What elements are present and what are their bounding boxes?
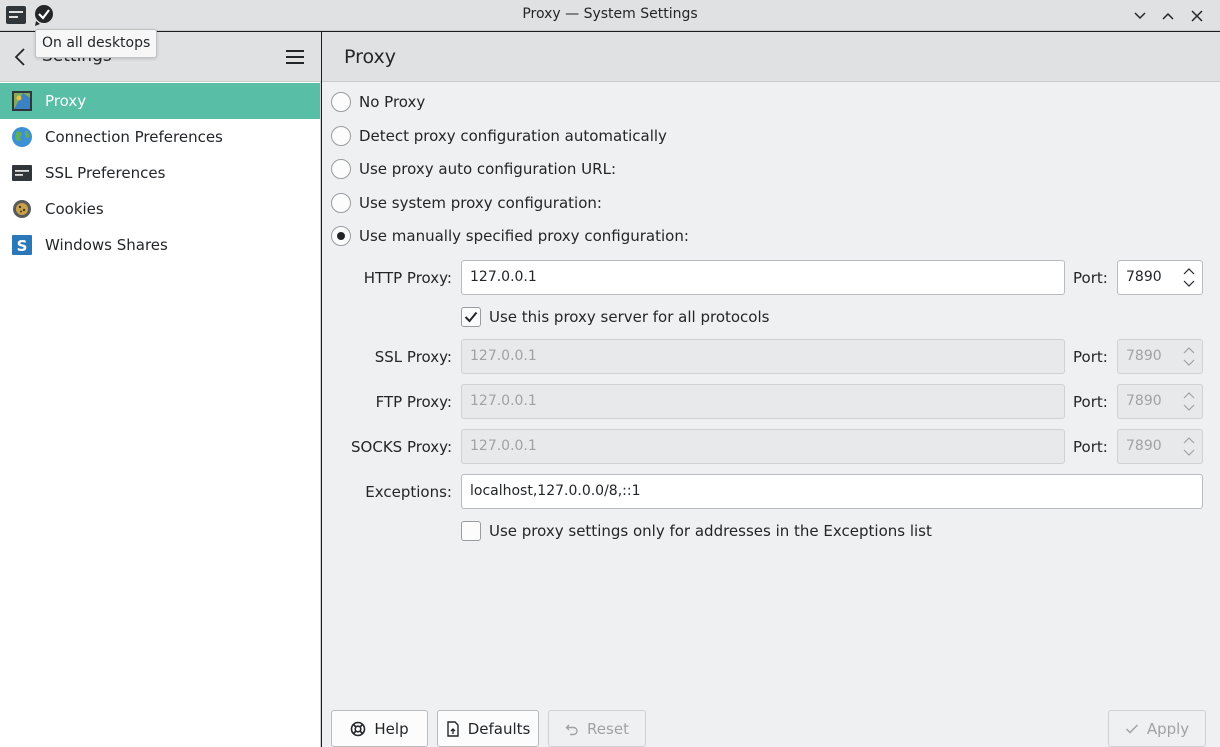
radio-label: Detect proxy configuration automatically xyxy=(359,127,667,145)
exceptions-label: Exceptions: xyxy=(365,483,452,501)
radio-button[interactable] xyxy=(331,126,351,146)
http-proxy-input[interactable]: 127.0.0.1 xyxy=(461,260,1065,295)
defaults-button[interactable]: Defaults xyxy=(437,710,539,747)
ftp-port-spinbox[interactable]: 7890 xyxy=(1117,384,1203,419)
port-value: 7890 xyxy=(1126,348,1162,364)
reset-button[interactable]: Reset xyxy=(548,710,646,747)
radio-button[interactable] xyxy=(331,92,351,112)
sidebar-item-windows-shares[interactable]: S Windows Shares xyxy=(0,227,320,263)
socks-proxy-input[interactable]: 127.0.0.1 xyxy=(461,429,1065,464)
ftp-proxy-label: FTP Proxy: xyxy=(375,393,452,411)
ssl-proxy-label: SSL Proxy: xyxy=(374,348,452,366)
radio-auto-config-url[interactable]: Use proxy auto configuration URL: xyxy=(331,158,616,180)
back-arrow-icon[interactable] xyxy=(10,46,32,68)
maximize-button[interactable] xyxy=(1157,5,1179,27)
socks-port-label: Port: xyxy=(1073,438,1108,456)
close-button[interactable] xyxy=(1186,5,1208,27)
checkbox-label: Use this proxy server for all protocols xyxy=(489,308,770,326)
sidebar-item-label: SSL Preferences xyxy=(45,164,166,182)
sidebar-item-connection-preferences[interactable]: Connection Preferences xyxy=(0,119,320,155)
port-value: 7890 xyxy=(1126,393,1162,409)
radio-button[interactable] xyxy=(331,226,351,246)
radio-detect-automatically[interactable]: Detect proxy configuration automatically xyxy=(331,125,667,147)
windows-shares-icon: S xyxy=(12,235,32,255)
http-proxy-label: HTTP Proxy: xyxy=(363,269,452,287)
svg-text:S: S xyxy=(17,237,28,255)
spin-arrows-icon[interactable] xyxy=(1182,264,1196,291)
checkbox-label: Use proxy settings only for addresses in… xyxy=(489,522,932,540)
button-label: Defaults xyxy=(467,719,531,738)
port-value: 7890 xyxy=(1126,269,1162,285)
button-label: Apply xyxy=(1146,719,1190,738)
sidebar-item-label: Windows Shares xyxy=(45,236,168,254)
button-label: Reset xyxy=(587,719,629,738)
chevron-up-icon xyxy=(1162,12,1174,20)
main-panel: Proxy No Proxy Detect proxy configuratio… xyxy=(322,32,1220,747)
checkbox[interactable] xyxy=(461,521,481,541)
hamburger-menu-icon[interactable] xyxy=(284,47,306,67)
sidebar-item-ssl-preferences[interactable]: SSL Preferences xyxy=(0,155,320,191)
page-title: Proxy xyxy=(344,46,397,68)
http-port-label: Port: xyxy=(1073,269,1108,287)
button-label: Help xyxy=(374,719,409,738)
sidebar-item-label: Cookies xyxy=(45,200,104,218)
socks-proxy-label: SOCKS Proxy: xyxy=(351,438,452,456)
checkmark-icon xyxy=(464,311,478,323)
document-defaults-icon xyxy=(446,720,459,737)
radio-label: Use system proxy configuration: xyxy=(359,194,602,212)
use-all-protocols-checkbox-row[interactable]: Use this proxy server for all protocols xyxy=(461,306,769,328)
ssl-proxy-input[interactable]: 127.0.0.1 xyxy=(461,339,1065,374)
help-lifebuoy-icon xyxy=(351,721,366,736)
help-button[interactable]: Help xyxy=(331,710,428,747)
http-port-spinbox[interactable]: 7890 xyxy=(1117,260,1203,295)
radio-no-proxy[interactable]: No Proxy xyxy=(331,91,425,113)
ftp-port-label: Port: xyxy=(1073,393,1108,411)
sidebar-item-label: Connection Preferences xyxy=(45,128,223,146)
checkbox[interactable] xyxy=(461,307,481,327)
checkmark-icon xyxy=(1125,723,1138,734)
undo-icon xyxy=(565,724,578,735)
sidebar-item-cookies[interactable]: Cookies xyxy=(0,191,320,227)
title-bar: Proxy — System Settings xyxy=(0,0,1220,31)
apply-button[interactable]: Apply xyxy=(1108,710,1206,747)
chevron-down-icon xyxy=(1134,12,1146,20)
sidebar: Settings Proxy Connection Preferences xyxy=(0,32,321,747)
radio-label: Use manually specified proxy configurati… xyxy=(359,227,689,245)
tooltip: On all desktops xyxy=(35,29,158,58)
radio-label: Use proxy auto configuration URL: xyxy=(359,160,616,178)
ftp-proxy-input[interactable]: 127.0.0.1 xyxy=(461,384,1065,419)
window-title: Proxy — System Settings xyxy=(522,6,698,22)
cookie-icon xyxy=(13,200,31,218)
minimize-button[interactable] xyxy=(1129,5,1151,27)
radio-button[interactable] xyxy=(331,193,351,213)
exceptions-input[interactable]: localhost,127.0.0.0/8,::1 xyxy=(461,474,1203,509)
socks-port-spinbox[interactable]: 7890 xyxy=(1117,429,1203,464)
radio-button[interactable] xyxy=(331,159,351,179)
main-header: Proxy xyxy=(322,32,1220,82)
sidebar-list: Proxy Connection Preferences SSL Prefere… xyxy=(0,83,320,263)
spin-arrows-icon[interactable] xyxy=(1182,388,1196,415)
close-icon xyxy=(1191,10,1203,22)
sidebar-item-proxy[interactable]: Proxy xyxy=(0,83,320,119)
spin-arrows-icon[interactable] xyxy=(1182,433,1196,460)
radio-manual-proxy[interactable]: Use manually specified proxy configurati… xyxy=(331,225,689,247)
sidebar-item-label: Proxy xyxy=(45,92,87,110)
spin-arrows-icon[interactable] xyxy=(1182,343,1196,370)
globe-icon xyxy=(12,127,32,147)
radio-label: No Proxy xyxy=(359,93,426,111)
proxy-icon xyxy=(12,91,32,111)
radio-system-proxy[interactable]: Use system proxy configuration: xyxy=(331,192,602,214)
ssl-icon xyxy=(12,165,32,181)
ssl-port-spinbox[interactable]: 7890 xyxy=(1117,339,1203,374)
ssl-port-label: Port: xyxy=(1073,348,1108,366)
port-value: 7890 xyxy=(1126,438,1162,454)
exceptions-only-checkbox-row[interactable]: Use proxy settings only for addresses in… xyxy=(461,520,932,542)
